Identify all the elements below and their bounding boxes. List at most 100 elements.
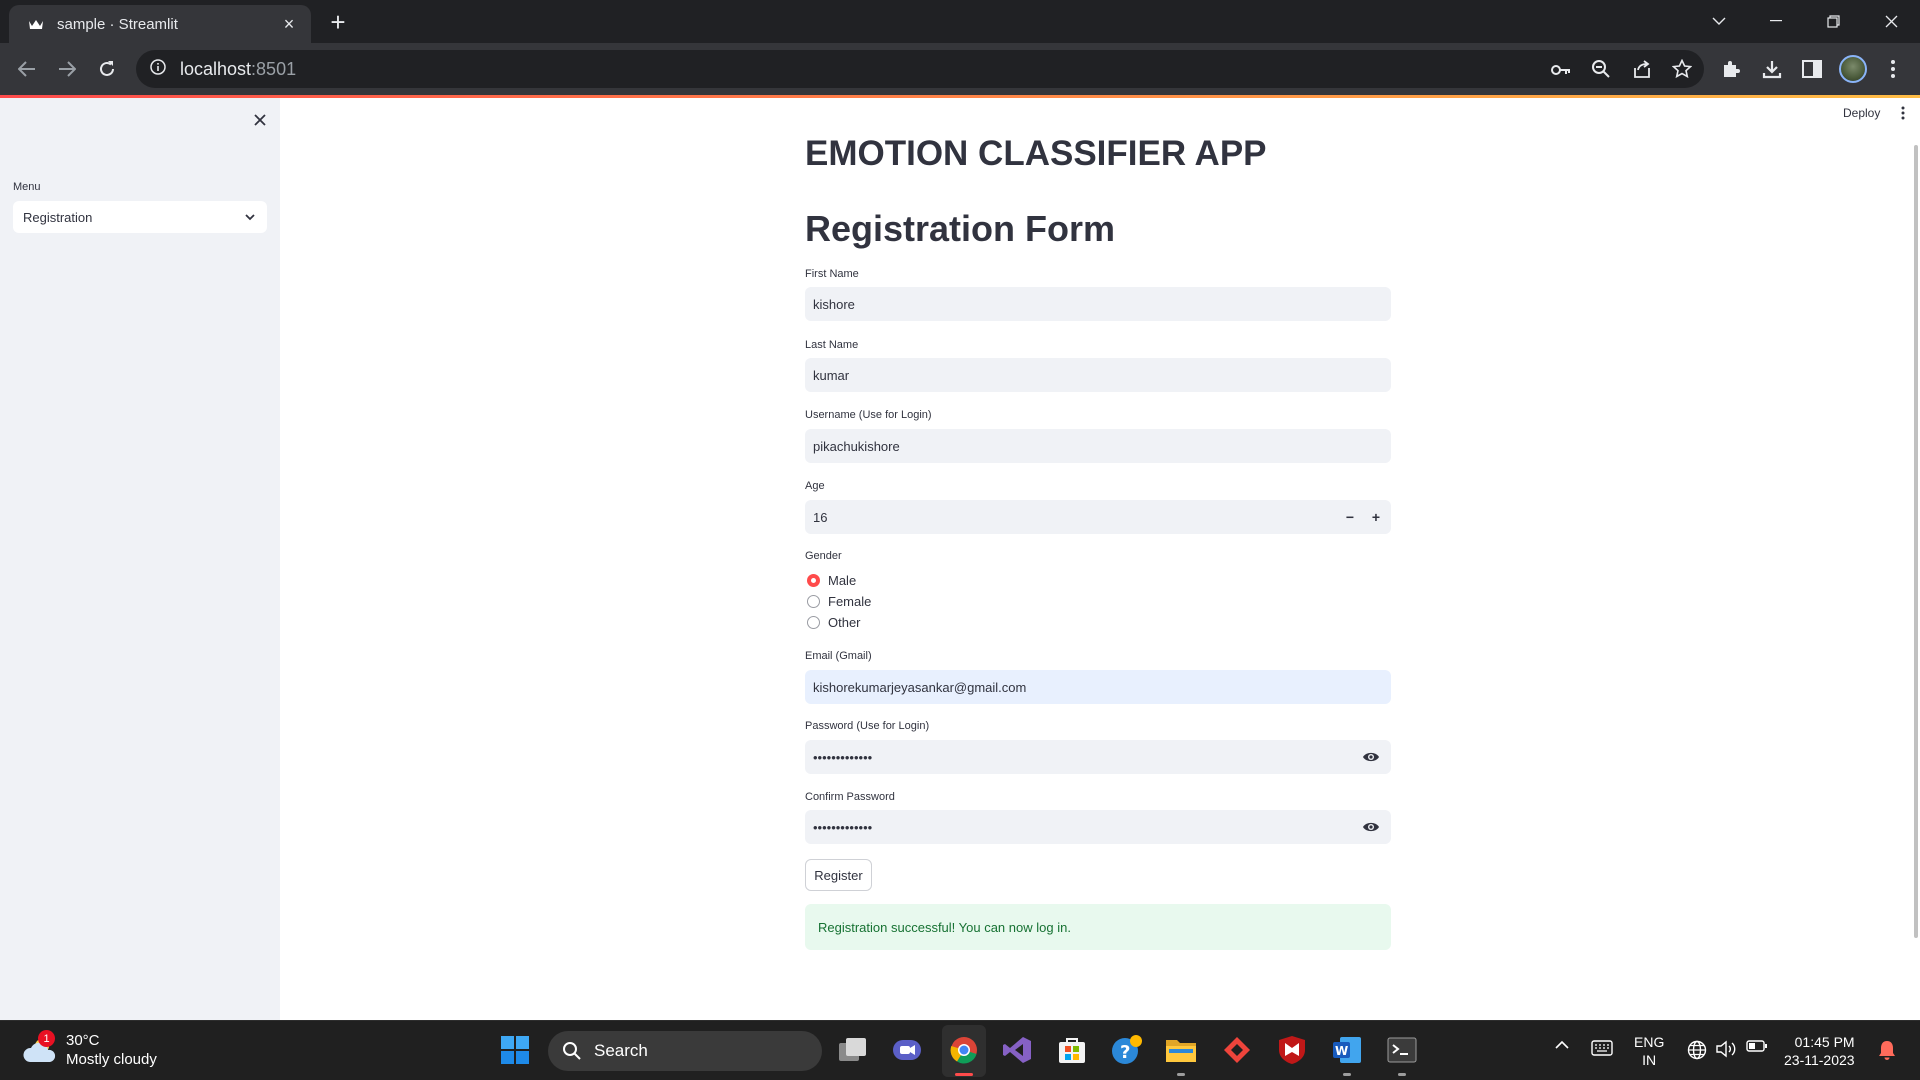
anydesk-icon[interactable] <box>1220 1033 1254 1067</box>
confirm-password-input[interactable]: ••••••••••••• <box>805 810 1391 844</box>
window-close-icon[interactable] <box>1871 6 1911 36</box>
age-increment-button[interactable]: + <box>1363 500 1389 534</box>
visual-studio-icon[interactable] <box>1000 1033 1034 1067</box>
side-panel-icon[interactable] <box>1799 56 1825 82</box>
new-tab-icon[interactable]: + <box>325 9 351 35</box>
radio-unselected-icon[interactable] <box>807 595 820 608</box>
forward-icon[interactable] <box>52 54 82 84</box>
radio-selected-icon[interactable] <box>807 574 820 587</box>
register-button[interactable]: Register <box>805 859 872 891</box>
site-info-icon[interactable] <box>150 58 166 80</box>
terminal-running-indicator <box>1398 1073 1406 1076</box>
input-language-indicator[interactable]: ENG IN <box>1634 1033 1664 1069</box>
reload-icon[interactable] <box>92 54 122 84</box>
notification-bell-icon[interactable] <box>1876 1040 1898 1060</box>
search-icon <box>563 1042 581 1060</box>
confirm-password-label: Confirm Password <box>805 791 895 803</box>
browser-tab-strip: sample · Streamlit × + <box>0 0 1920 43</box>
explorer-running-indicator <box>1177 1073 1185 1076</box>
teams-chat-icon[interactable] <box>890 1033 924 1067</box>
tab-close-icon[interactable]: × <box>279 14 299 34</box>
battery-icon[interactable] <box>1745 1040 1769 1052</box>
browser-toolbar: localhost:8501 <box>0 43 1920 95</box>
gender-option-female[interactable]: Female <box>807 594 871 609</box>
gender-option-male[interactable]: Male <box>807 573 856 588</box>
network-globe-icon[interactable] <box>1686 1040 1708 1060</box>
radio-unselected-icon[interactable] <box>807 616 820 629</box>
svg-text:W: W <box>1335 1044 1348 1058</box>
password-input[interactable]: ••••••••••••• <box>805 740 1391 774</box>
download-icon[interactable] <box>1759 56 1785 82</box>
username-input[interactable]: pikachukishore <box>805 429 1391 463</box>
first-name-label: First Name <box>805 268 859 280</box>
age-label: Age <box>805 480 825 492</box>
weather-widget[interactable]: 1 30°C Mostly cloudy <box>22 1030 157 1069</box>
get-help-icon[interactable]: ? <box>1110 1033 1144 1067</box>
age-number-input[interactable]: 16 − + <box>805 500 1391 534</box>
url-port: :8501 <box>251 58 297 79</box>
menu-select[interactable]: Registration <box>13 201 267 233</box>
menu-label: Menu <box>13 181 41 193</box>
mcafee-shield-icon[interactable] <box>1275 1033 1309 1067</box>
minimize-icon[interactable] <box>1756 6 1796 36</box>
app-title: EMOTION CLASSIFIER APP <box>805 134 1267 173</box>
windows-start-icon[interactable] <box>498 1033 532 1067</box>
bookmark-star-icon[interactable] <box>1671 58 1693 80</box>
extensions-puzzle-icon[interactable] <box>1718 56 1744 82</box>
deploy-button[interactable]: Deploy <box>1843 106 1880 120</box>
show-confirm-password-eye-icon[interactable] <box>1357 810 1385 844</box>
chrome-icon[interactable] <box>947 1033 981 1067</box>
zoom-icon[interactable] <box>1590 58 1612 80</box>
microsoft-store-icon[interactable] <box>1055 1033 1089 1067</box>
touch-keyboard-icon[interactable] <box>1590 1040 1614 1056</box>
browser-tab[interactable]: sample · Streamlit × <box>9 5 311 43</box>
word-running-indicator <box>1343 1073 1351 1076</box>
sidebar-close-icon[interactable] <box>248 108 272 132</box>
lang-region: IN <box>1642 1052 1657 1068</box>
chrome-running-indicator <box>955 1073 973 1076</box>
address-bar[interactable]: localhost:8501 <box>136 50 1704 88</box>
show-password-eye-icon[interactable] <box>1357 740 1385 774</box>
clock-time: 01:45 PM <box>1794 1034 1855 1050</box>
age-decrement-button[interactable]: − <box>1337 500 1363 534</box>
profile-avatar[interactable] <box>1839 55 1867 83</box>
page-scrollbar[interactable] <box>1914 145 1918 938</box>
url-host: localhost <box>180 58 252 79</box>
menu-selected-value: Registration <box>23 209 93 225</box>
email-value: kishorekumarjeyasankar@gmail.com <box>813 679 1027 695</box>
tab-search-chevron-icon[interactable] <box>1699 6 1739 36</box>
restore-icon[interactable] <box>1813 6 1853 36</box>
email-input[interactable]: kishorekumarjeyasankar@gmail.com <box>805 670 1391 704</box>
form-title: Registration Form <box>805 208 1116 249</box>
last-name-input[interactable]: kumar <box>805 358 1391 392</box>
streamlit-crown-icon <box>27 15 45 33</box>
chrome-menu-icon[interactable] <box>1880 56 1906 82</box>
word-icon[interactable]: W <box>1330 1033 1364 1067</box>
password-label: Password (Use for Login) <box>805 720 930 732</box>
file-explorer-icon[interactable] <box>1164 1033 1198 1067</box>
success-alert: Registration successful! You can now log… <box>805 904 1391 950</box>
task-view-icon[interactable] <box>836 1033 870 1067</box>
last-name-value: kumar <box>813 367 850 383</box>
gender-option-label: Female <box>828 594 872 609</box>
lang-code: ENG <box>1634 1034 1665 1050</box>
app-menu-icon[interactable] <box>1896 106 1910 124</box>
cloud-icon: 1 <box>22 1030 58 1066</box>
back-icon[interactable] <box>12 54 42 84</box>
windows-taskbar: 1 30°C Mostly cloudy Search ? W ENG IN 0… <box>0 1020 1920 1080</box>
first-name-value: kishore <box>813 296 855 312</box>
terminal-icon[interactable] <box>1385 1033 1419 1067</box>
username-label: Username (Use for Login) <box>805 409 932 421</box>
email-label: Email (Gmail) <box>805 650 872 662</box>
password-key-icon[interactable] <box>1550 59 1572 81</box>
username-value: pikachukishore <box>813 438 900 454</box>
gender-option-other[interactable]: Other <box>807 615 861 630</box>
weather-temperature: 30°C <box>66 1032 100 1049</box>
volume-icon[interactable] <box>1715 1040 1739 1058</box>
share-icon[interactable] <box>1631 58 1653 80</box>
show-hidden-icons-chevron-icon[interactable] <box>1552 1040 1572 1049</box>
weather-condition: Mostly cloudy <box>66 1051 157 1068</box>
first-name-input[interactable]: kishore <box>805 287 1391 321</box>
taskbar-search[interactable]: Search <box>548 1031 822 1071</box>
system-clock[interactable]: 01:45 PM 23-11-2023 <box>1784 1033 1855 1069</box>
